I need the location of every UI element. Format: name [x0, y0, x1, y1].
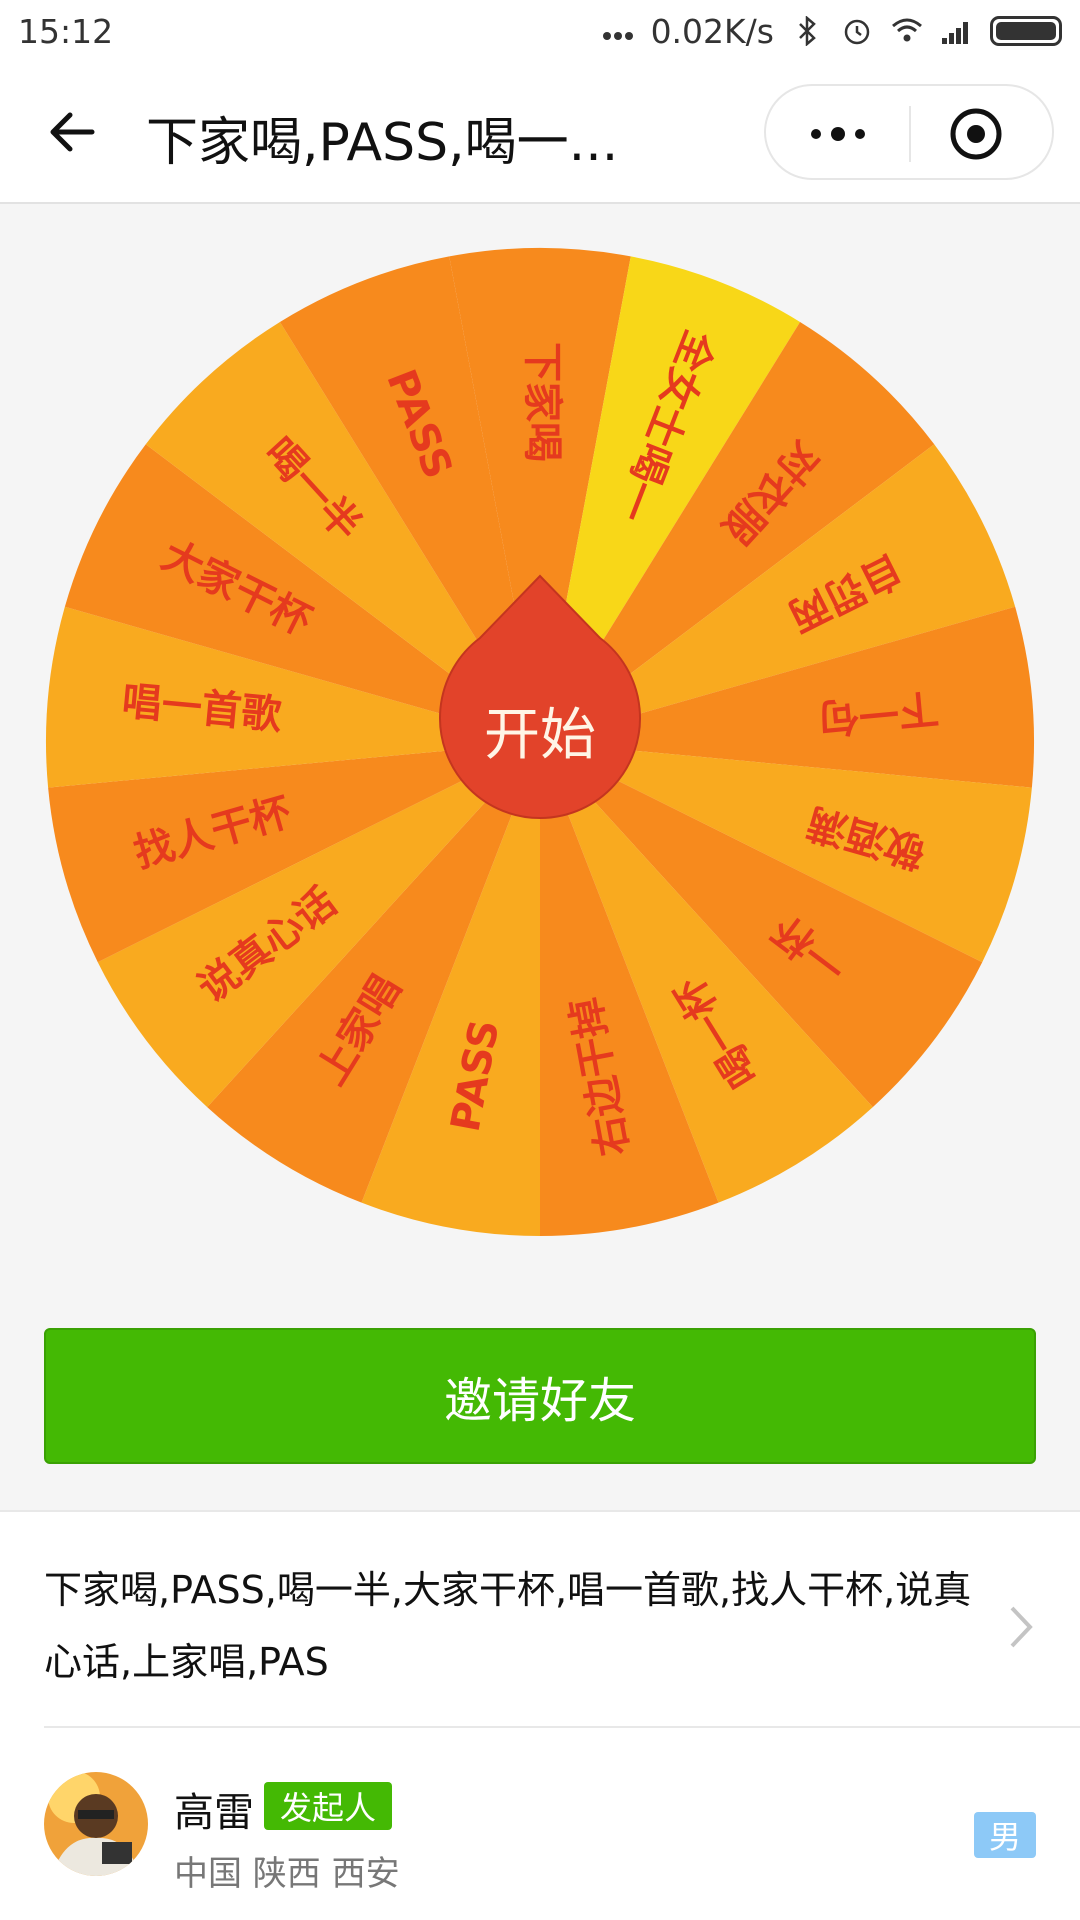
- more-dots-icon[interactable]: [806, 106, 870, 162]
- battery-icon: [990, 16, 1062, 46]
- status-icons: 0.02K/s: [601, 12, 1062, 51]
- user-location: 中国 陕西 西安: [174, 1854, 400, 1894]
- chevron-right-icon[interactable]: [1006, 1602, 1036, 1652]
- back-arrow-icon[interactable]: [44, 104, 100, 160]
- wheel-segment-label: 下家喝: [519, 342, 565, 462]
- bluetooth-icon: [799, 16, 816, 46]
- wheel-svg[interactable]: 下家喝 全女士喝一对衣服自罚两下一句敬酒满一杯喝一杯右边干掉PASS上家唱说真心话…: [44, 246, 1036, 1238]
- user-name: 高雷: [174, 1790, 254, 1836]
- status-time: 15:12: [18, 11, 114, 51]
- user-row: 高雷 发起人 中国 陕西 西安 男: [0, 1728, 1080, 1920]
- nav-bar: 下家喝,PASS,喝一...: [0, 62, 1080, 204]
- initiator-badge: 发起人: [264, 1782, 393, 1830]
- options-summary[interactable]: 下家喝,PASS,喝一半,大家干杯,唱一首歌,找人干杯,说真心话,上家唱,PAS: [44, 1554, 1004, 1698]
- wifi-icon: [892, 18, 922, 42]
- lucky-wheel[interactable]: 下家喝 全女士喝一 对衣服 自罚两 下一句 敬酒满 一杯 喝一杯 右边干掉 PASS 上家唱 说真心话…: [44, 246, 1036, 1238]
- capsule-divider: [909, 106, 911, 162]
- invite-friends-button[interactable]: 邀请好友: [44, 1328, 1036, 1464]
- dots-icon: [602, 32, 633, 40]
- status-bar: 15:12 0.02K/s: [0, 0, 1080, 62]
- avatar[interactable]: [44, 1772, 148, 1876]
- capsule-menu: [764, 84, 1054, 180]
- network-speed: 0.02K/s: [650, 11, 774, 51]
- page-title: 下家喝,PASS,喝一...: [146, 113, 619, 173]
- signal-icon: [942, 22, 968, 44]
- options-panel: 下家喝,PASS,喝一半,大家干杯,唱一首歌,找人干杯,说真心话,上家唱,PAS…: [0, 1510, 1080, 1920]
- start-label[interactable]: 开始: [484, 703, 596, 768]
- alarm-icon: [844, 19, 870, 45]
- target-icon[interactable]: [948, 106, 1004, 162]
- gender-badge: 男: [974, 1812, 1036, 1858]
